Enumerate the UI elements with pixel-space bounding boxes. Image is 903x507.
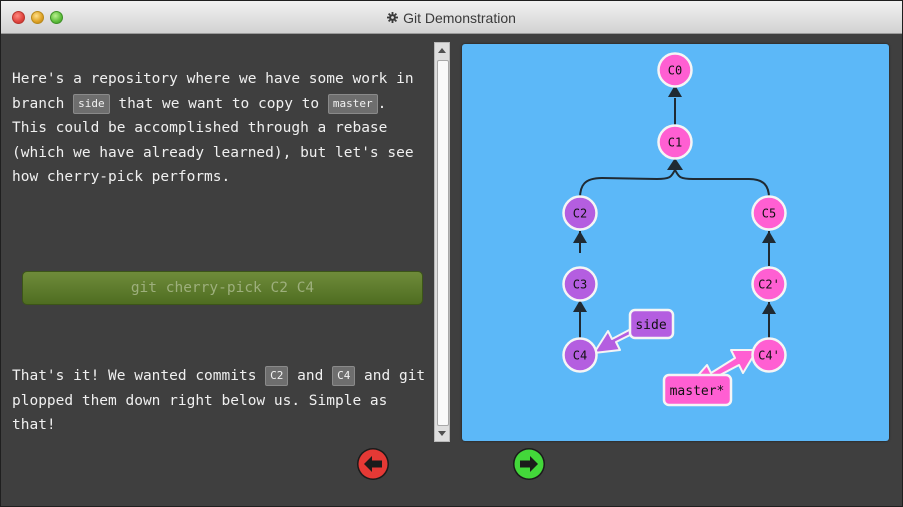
arrowhead-c1 [667, 158, 683, 170]
edge-c5-c1 [674, 169, 770, 199]
scroll-down-arrow-icon[interactable] [438, 431, 446, 436]
commit-c4-prime[interactable]: C4' [751, 337, 787, 373]
scroll-up-arrow-icon[interactable] [438, 48, 446, 53]
app-window: Git Demonstration Here's a repository wh… [0, 0, 903, 507]
window-title: Git Demonstration [403, 9, 516, 26]
commit-tag-c4: C4 [332, 366, 356, 386]
commit-c3-label: C3 [573, 278, 587, 292]
commit-c1-label: C1 [668, 136, 682, 150]
commit-c4-label: C4 [573, 349, 587, 363]
arrowhead-c2 [573, 231, 587, 243]
edge-c2-c1 [579, 169, 676, 199]
commit-c0-label: C0 [668, 64, 682, 78]
vertical-scrollbar[interactable] [434, 42, 450, 442]
intro-text-part2: that we want to copy to [109, 95, 328, 112]
commit-c2[interactable]: C2 [562, 195, 598, 231]
commit-c2-prime-label: C2' [758, 278, 780, 292]
outro-text-part1: That's it! We wanted commits [12, 368, 266, 384]
arrowhead-c3 [573, 300, 587, 312]
arrow-left-icon [357, 448, 389, 480]
commit-c5-label: C5 [762, 207, 776, 221]
forward-button[interactable] [512, 447, 546, 481]
branch-master-pointer: master* [662, 349, 758, 407]
commit-c0[interactable]: C0 [657, 52, 693, 88]
branch-tag-master: master [327, 93, 378, 114]
git-graph-canvas: side master* C0 C1 C2 C5 C3 C2' C4 C4' [462, 44, 889, 441]
git-graph: side master* C0 C1 C2 C5 C3 C2' C4 C4' [562, 52, 787, 407]
title-bar: Git Demonstration [1, 1, 902, 34]
commit-c5[interactable]: C5 [751, 195, 787, 231]
intro-text: Here's a repository where we have some w… [12, 67, 427, 190]
commit-c1[interactable]: C1 [657, 124, 693, 160]
outro-text: That's it! We wanted commits C2 and C4 a… [12, 364, 432, 438]
commit-c2-label: C2 [573, 207, 587, 221]
branch-tag-side: side [73, 93, 110, 114]
back-button[interactable] [356, 447, 390, 481]
arrow-right-icon [513, 448, 545, 480]
arrowhead-c5 [762, 231, 776, 243]
commit-c3[interactable]: C3 [562, 266, 598, 302]
arrowhead-c2p [762, 302, 776, 314]
branch-side-label: side [635, 318, 666, 333]
window-title-group: Git Demonstration [1, 1, 902, 34]
scroll-thumb[interactable] [437, 60, 449, 426]
branch-side-pointer: side [593, 308, 675, 354]
branch-master-label: master* [670, 384, 725, 399]
cherry-pick-command-button[interactable]: git cherry-pick C2 C4 [22, 271, 423, 305]
commit-c4-prime-label: C4' [758, 349, 780, 363]
command-label: git cherry-pick C2 C4 [130, 280, 315, 296]
commit-c4[interactable]: C4 [562, 337, 598, 373]
outro-text-part2: and [288, 368, 333, 384]
commit-c2-prime[interactable]: C2' [751, 266, 787, 302]
commit-tag-c2: C2 [265, 366, 289, 386]
gear-icon [387, 12, 399, 23]
